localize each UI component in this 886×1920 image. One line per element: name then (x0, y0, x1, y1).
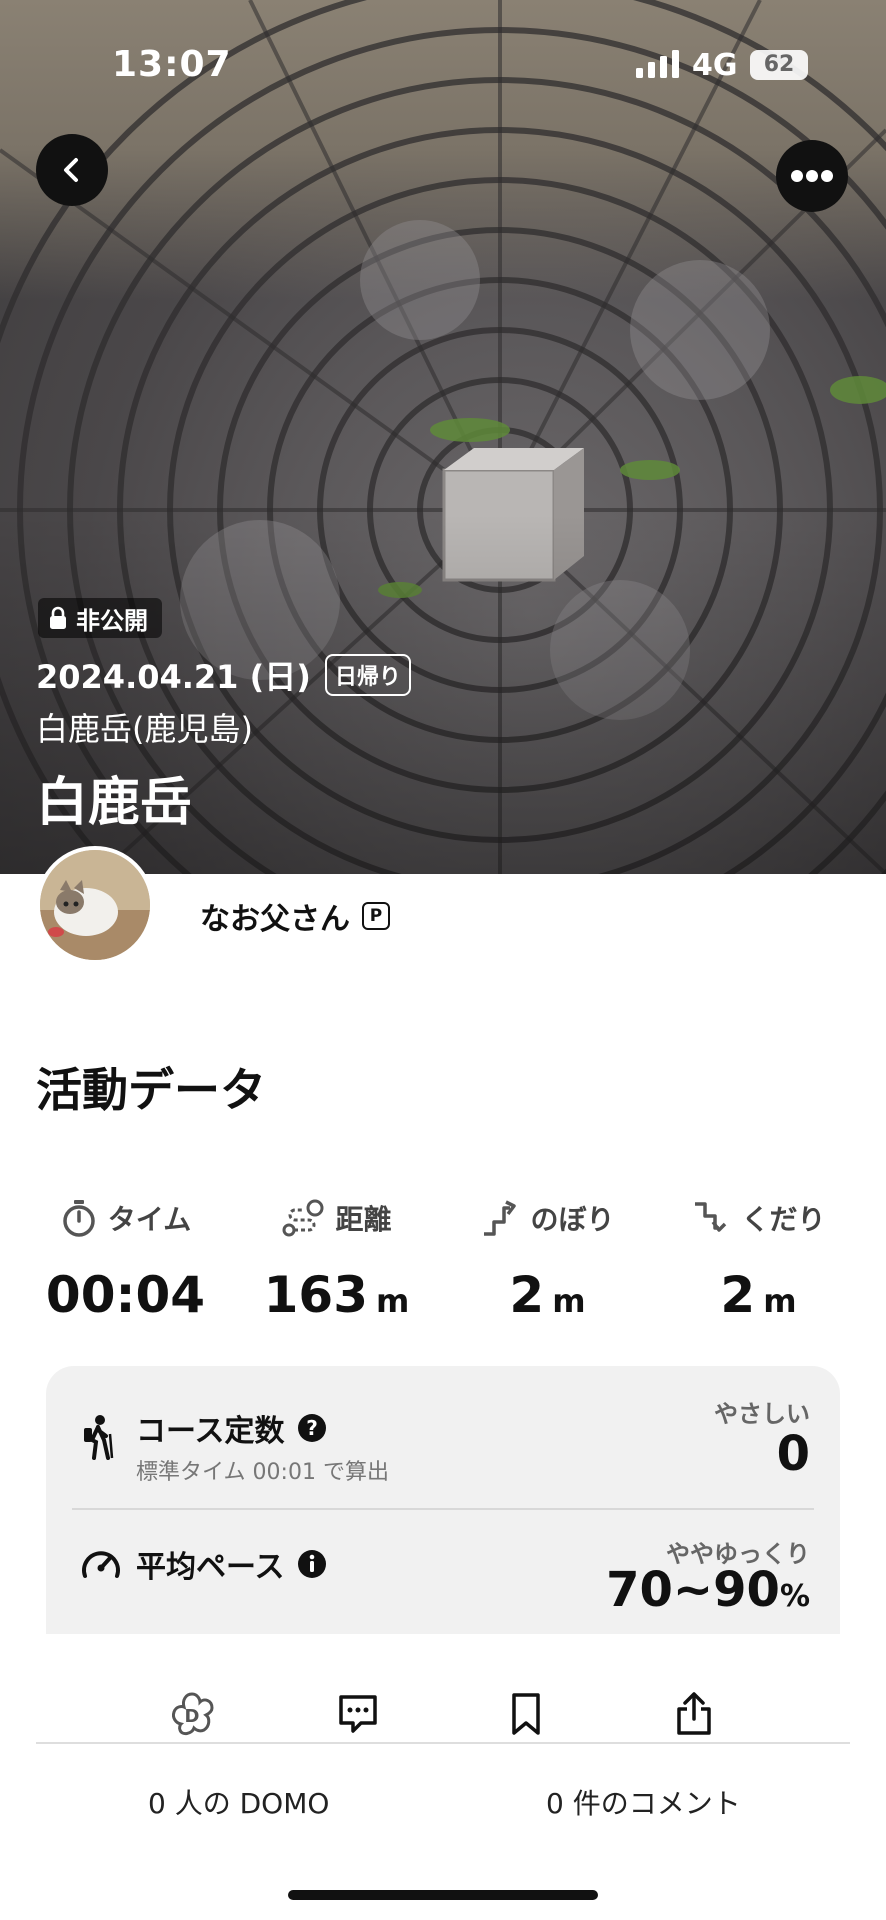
course-constant-row[interactable]: コース定数 ? 標準タイム 00:01 で算出 やさしい 0 (46, 1366, 840, 1502)
course-constant-value: 0 (776, 1426, 810, 1482)
trip-type-badge: 日帰り (324, 654, 411, 696)
course-difficulty: やさしい (714, 1400, 810, 1428)
domo-button[interactable]: D (162, 1684, 222, 1744)
stat-label: 距離 (335, 1203, 392, 1236)
stat-label: くだり (741, 1203, 826, 1236)
stat-distance: 距離 163 m (231, 1196, 442, 1324)
comment-icon (339, 1695, 377, 1733)
stat-value: 00:04 (45, 1266, 206, 1324)
hiker-icon (84, 1415, 114, 1460)
cellular-signal-icon (636, 50, 679, 78)
stat-time: タイム 00:04 (20, 1196, 231, 1324)
user-name: なお父さん (200, 902, 350, 937)
stat-label: タイム (107, 1203, 192, 1236)
activity-date: 2024.04.21 (日) (36, 658, 311, 696)
stat-unit: m (552, 1282, 586, 1320)
stat-ascent: のぼり 2m (442, 1196, 653, 1324)
status-time: 13:07 (112, 44, 232, 85)
comment-button[interactable] (328, 1684, 388, 1744)
cat-avatar-image (40, 850, 150, 960)
chevron-left-icon (64, 158, 78, 182)
ascent-icon (484, 1200, 517, 1236)
route-icon (282, 1199, 324, 1237)
privacy-label: 非公開 (76, 606, 148, 635)
more-options-button[interactable] (776, 140, 848, 212)
course-info-card: コース定数 ? 標準タイム 00:01 で算出 やさしい 0 平均ペース ややゆ… (46, 1366, 840, 1666)
descent-icon (695, 1202, 727, 1232)
premium-badge-icon: P (362, 902, 390, 930)
course-constant-title: コース定数 (136, 1414, 285, 1449)
page-title: 白鹿岳 (36, 773, 193, 833)
domo-count-link[interactable]: 0 人の DOMO (148, 1782, 329, 1822)
area-name[interactable]: 白鹿岳(鹿児島) (36, 704, 253, 750)
privacy-badge: 非公開 (38, 598, 162, 638)
network-type: 4G (692, 48, 738, 83)
info-icon[interactable] (297, 1549, 327, 1579)
stopwatch-icon (63, 1200, 95, 1237)
pace-unit: % (779, 1579, 810, 1614)
bookmark-icon (512, 1693, 540, 1735)
stat-unit: m (376, 1282, 410, 1320)
stat-value: 2 (509, 1266, 545, 1324)
speedometer-icon (82, 1551, 120, 1578)
help-icon[interactable]: ? (297, 1413, 327, 1443)
domo-flower-icon: D (172, 1692, 214, 1736)
activity-stats: タイム 00:04 距離 163 m のぼり 2m くだり 2 m (20, 1196, 866, 1324)
stat-label: のぼり (530, 1203, 615, 1236)
avatar[interactable] (36, 846, 154, 964)
share-button[interactable] (664, 1684, 724, 1744)
share-icon (677, 1692, 711, 1735)
battery-level: 62 (750, 50, 808, 80)
stat-unit: m (763, 1282, 797, 1320)
comment-count-link[interactable]: 0 件のコメント (546, 1782, 741, 1822)
svg-text:?: ? (306, 1416, 318, 1440)
activity-date-line: 2024.04.21 (日) 日帰り (36, 652, 411, 698)
bottom-action-bar: D 0 人の DOMO 0 件のコメント (0, 1634, 886, 1920)
course-constant-sub: 標準タイム 00:01 で算出 (136, 1460, 389, 1485)
average-pace-title: 平均ペース (136, 1550, 285, 1585)
lock-icon (50, 606, 66, 629)
divider (36, 1742, 850, 1744)
stat-descent: くだり 2m (653, 1196, 864, 1324)
user-name-row[interactable]: なお父さん P (200, 894, 390, 938)
home-indicator (288, 1890, 598, 1900)
stat-value: 2 (720, 1266, 756, 1324)
status-bar: 13:07 4G 62 (0, 0, 886, 120)
bookmark-button[interactable] (496, 1684, 556, 1744)
section-title: 活動データ (36, 1063, 266, 1117)
stat-value: 163 (263, 1266, 369, 1324)
pace-value: 70~90 (606, 1562, 780, 1618)
back-button[interactable] (36, 134, 108, 206)
average-pace-row[interactable]: 平均ペース ややゆっくり 70~90% (46, 1504, 840, 1640)
more-dots-icon (791, 170, 833, 182)
svg-text:D: D (185, 1706, 200, 1727)
